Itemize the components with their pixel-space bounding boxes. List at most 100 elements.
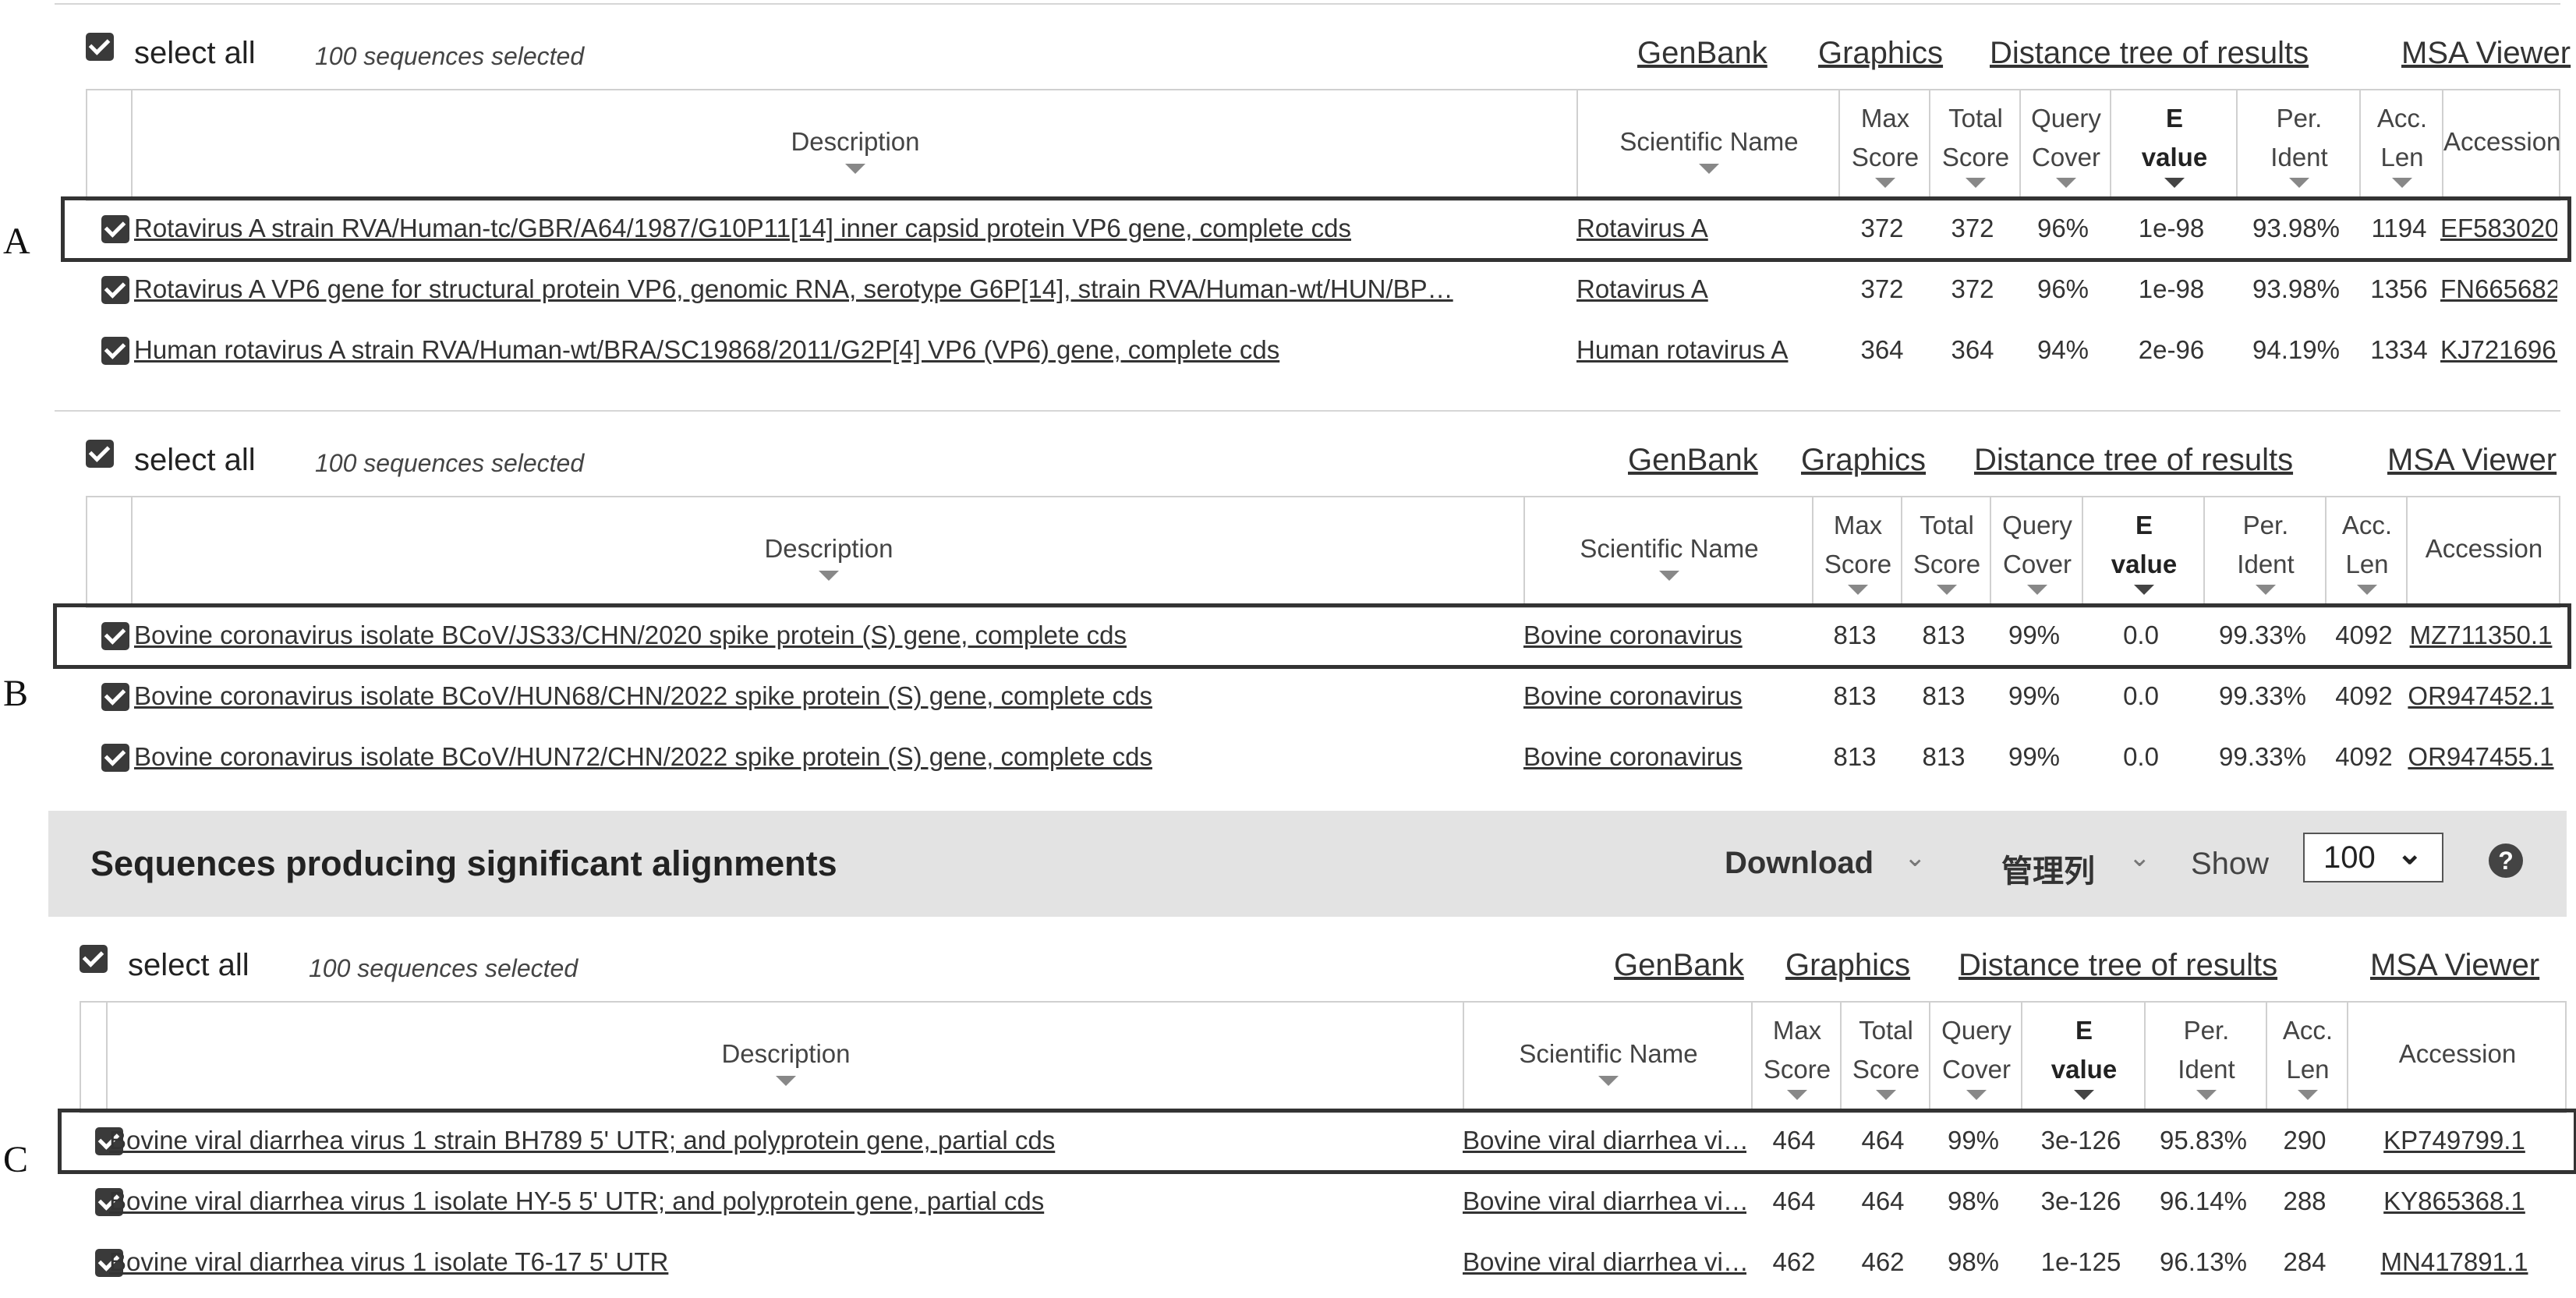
col-per-ident[interactable]: Per. Ident — [2203, 497, 2327, 607]
graphics-link[interactable]: Graphics — [1818, 36, 1943, 71]
sort-arrow-icon[interactable] — [1875, 178, 1895, 188]
sort-arrow-icon[interactable] — [1598, 1076, 1619, 1086]
col-total-score[interactable]: Total Score — [1929, 90, 2021, 200]
sort-arrow-icon[interactable] — [2056, 178, 2076, 188]
col-total-score[interactable]: Total Score — [1901, 497, 1991, 607]
col-scientific-name[interactable]: Scientific Name — [1523, 497, 1813, 607]
col-max-score[interactable]: Max Score — [1838, 90, 1930, 200]
msa-viewer-link[interactable]: MSA Viewer — [2370, 948, 2539, 983]
distance-tree-link[interactable]: Distance tree of results — [1990, 36, 2309, 71]
description-link[interactable]: Human rotavirus A strain RVA/Human-wt/BR… — [134, 335, 1572, 365]
col-query-cover[interactable]: Query Cover — [1929, 1003, 2022, 1112]
col-query-cover[interactable]: Query Cover — [1990, 497, 2083, 607]
accession-link[interactable]: KJ721696.1 — [2440, 335, 2557, 365]
download-button[interactable]: Download — [1725, 846, 1874, 881]
sort-arrow-icon[interactable] — [1659, 571, 1679, 581]
scientific-name-link[interactable]: Bovine viral diarrhea vi… — [1463, 1187, 1746, 1216]
msa-viewer-link[interactable]: MSA Viewer — [2401, 36, 2571, 71]
genbank-link[interactable]: GenBank — [1614, 948, 1744, 983]
sort-arrow-icon[interactable] — [1876, 1090, 1896, 1100]
col-total-score[interactable]: Total Score — [1840, 1003, 1930, 1112]
sort-arrow-icon[interactable] — [1699, 164, 1719, 174]
col-scientific-name[interactable]: Scientific Name — [1463, 1003, 1753, 1112]
description-link[interactable]: Bovine coronavirus isolate BCoV/HUN68/CH… — [134, 681, 1519, 711]
select-all-checkbox[interactable] — [86, 440, 114, 468]
help-icon[interactable]: ? — [2489, 844, 2523, 878]
col-acc-len[interactable]: Acc. Len — [2359, 90, 2443, 200]
accession-link[interactable]: OR947455.1 — [2404, 742, 2557, 772]
distance-tree-link[interactable]: Distance tree of results — [1959, 948, 2277, 983]
select-all-checkbox[interactable] — [86, 33, 114, 61]
col-scientific-name[interactable]: Scientific Name — [1576, 90, 1840, 200]
col-max-score[interactable]: Max Score — [1751, 1003, 1842, 1112]
sort-arrow-icon[interactable] — [2289, 178, 2309, 188]
description-link[interactable]: Rotavirus A VP6 gene for structural prot… — [134, 274, 1572, 304]
row-checkbox[interactable] — [101, 337, 129, 365]
sort-arrow-icon[interactable] — [1966, 178, 1986, 188]
sort-arrow-icon[interactable] — [2027, 585, 2047, 595]
accession-link[interactable]: MN417891.1 — [2345, 1247, 2564, 1277]
scientific-name-link[interactable]: Bovine viral diarrhea vi… — [1463, 1247, 1746, 1277]
col-per-ident[interactable]: Per. Ident — [2236, 90, 2361, 200]
sort-arrow-icon[interactable] — [2256, 585, 2276, 595]
sort-arrow-icon[interactable] — [776, 1076, 796, 1086]
genbank-link[interactable]: GenBank — [1637, 36, 1767, 71]
select-all-checkbox[interactable] — [80, 945, 108, 973]
sort-arrow-icon[interactable] — [2196, 1090, 2217, 1100]
genbank-link[interactable]: GenBank — [1628, 443, 1758, 478]
scientific-name-link[interactable]: Bovine coronavirus — [1523, 681, 1807, 711]
msa-viewer-link[interactable]: MSA Viewer — [2387, 443, 2557, 478]
scientific-name-link[interactable]: Bovine coronavirus — [1523, 742, 1807, 772]
select-all-label[interactable]: select all — [134, 443, 256, 478]
col-max-score[interactable]: Max Score — [1812, 497, 1902, 607]
sort-arrow-icon[interactable] — [1787, 1090, 1807, 1100]
description-link[interactable]: Bovine viral diarrhea virus 1 isolate T6… — [109, 1247, 1458, 1277]
description-link[interactable]: Bovine viral diarrhea virus 1 isolate HY… — [109, 1187, 1458, 1216]
show-count-select[interactable]: 100 ⌄ — [2303, 833, 2443, 882]
sort-arrow-icon[interactable] — [2074, 1090, 2094, 1100]
col-e-value[interactable]: Evalue — [2110, 90, 2238, 200]
sort-arrow-icon[interactable] — [1848, 585, 1868, 595]
scientific-name-link[interactable]: Rotavirus A — [1576, 274, 1834, 304]
download-chevron-icon[interactable]: ⌄ — [1904, 842, 1927, 873]
accession-link[interactable]: KY865368.1 — [2345, 1187, 2564, 1216]
total-score-value: 464 — [1861, 1187, 1905, 1215]
col-description[interactable]: Description — [106, 1003, 1464, 1112]
col-accession[interactable]: Accession — [2406, 497, 2560, 607]
accession-link[interactable]: OR947452.1 — [2404, 681, 2557, 711]
scientific-name-link[interactable]: Human rotavirus A — [1576, 335, 1834, 365]
graphics-link[interactable]: Graphics — [1801, 443, 1926, 478]
col-description[interactable]: Description — [131, 497, 1525, 607]
sort-arrow-icon[interactable] — [1966, 1090, 1987, 1100]
sort-arrow-icon[interactable] — [2164, 178, 2185, 188]
col-description[interactable]: Description — [131, 90, 1578, 200]
select-all-label[interactable]: select all — [128, 948, 249, 983]
results-panel-b: select all 100 sequences selected GenBank G… — [53, 410, 2571, 794]
row-checkbox[interactable] — [101, 276, 129, 304]
max-score-value: 464 — [1772, 1187, 1816, 1215]
col-acc-len[interactable]: Acc. Len — [2266, 1003, 2348, 1112]
manage-columns-button[interactable]: 管理列 — [2001, 846, 2095, 891]
col-accession[interactable]: Accession — [2442, 90, 2560, 200]
row-checkbox[interactable] — [101, 683, 129, 711]
col-query-cover[interactable]: Query Cover — [2019, 90, 2111, 200]
accession-link[interactable]: FN665682.1 — [2440, 274, 2557, 304]
manage-columns-chevron-icon[interactable]: ⌄ — [2128, 842, 2151, 873]
select-all-label[interactable]: select all — [134, 36, 256, 71]
sort-arrow-icon[interactable] — [2134, 585, 2154, 595]
sort-arrow-icon[interactable] — [2392, 178, 2412, 188]
col-per-ident[interactable]: Per. Ident — [2144, 1003, 2267, 1112]
col-e-value[interactable]: Evalue — [2021, 1003, 2146, 1112]
distance-tree-link[interactable]: Distance tree of results — [1974, 443, 2293, 478]
sort-arrow-icon[interactable] — [819, 571, 839, 581]
description-link[interactable]: Bovine coronavirus isolate BCoV/HUN72/CH… — [134, 742, 1519, 772]
sort-arrow-icon[interactable] — [845, 164, 865, 174]
graphics-link[interactable]: Graphics — [1785, 948, 1910, 983]
row-checkbox[interactable] — [101, 744, 129, 772]
sort-arrow-icon[interactable] — [2298, 1090, 2318, 1100]
sort-arrow-icon[interactable] — [2357, 585, 2377, 595]
sort-arrow-icon[interactable] — [1937, 585, 1957, 595]
col-e-value[interactable]: Evalue — [2082, 497, 2205, 607]
col-acc-len[interactable]: Acc. Len — [2325, 497, 2408, 607]
col-accession[interactable]: Accession — [2347, 1003, 2567, 1112]
